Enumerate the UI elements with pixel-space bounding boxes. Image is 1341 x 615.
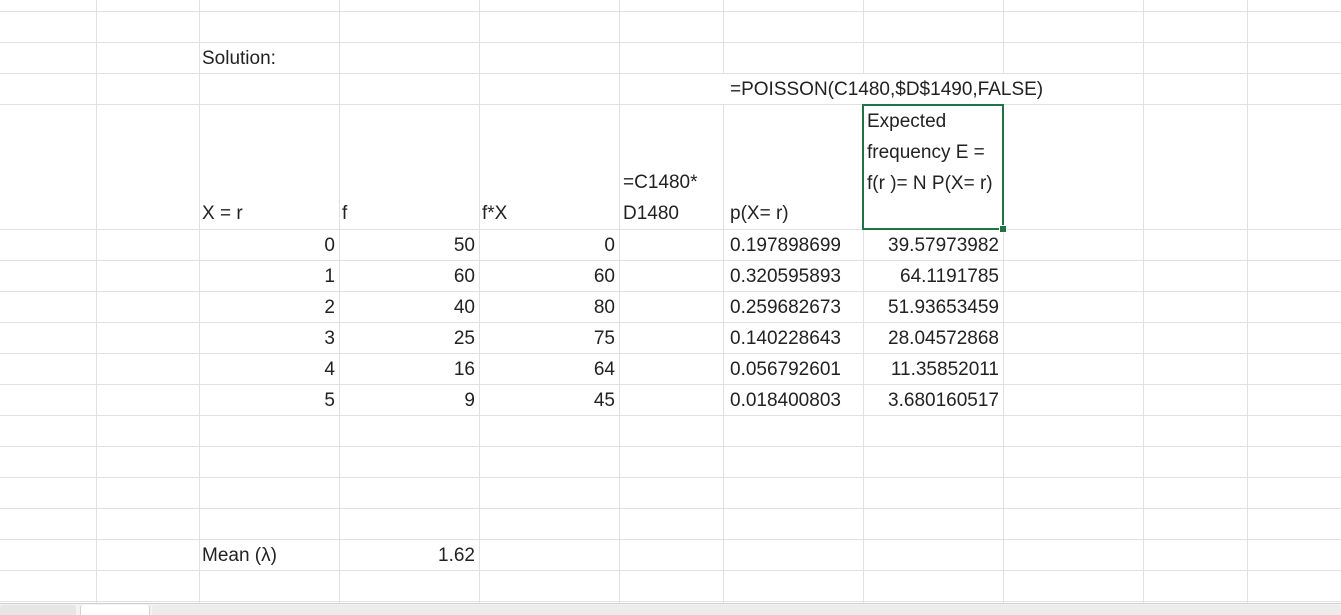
cell-x[interactable]: 3	[199, 323, 339, 354]
header-expected-frequency: Expected frequency E = f(r )= N P(X= r)	[867, 111, 993, 194]
mean-label[interactable]: Mean (λ)	[199, 540, 339, 571]
header-fx[interactable]: f*X	[479, 198, 619, 229]
cell-fx[interactable]: 60	[479, 261, 619, 292]
cell-f[interactable]: 25	[339, 323, 479, 354]
header-probability[interactable]: p(X= r)	[727, 198, 863, 229]
cell-f[interactable]: 50	[339, 230, 479, 261]
cell-probability[interactable]: 0.259682673	[727, 292, 863, 323]
cell-expected[interactable]: 11.35852011	[863, 354, 1003, 385]
gridline	[0, 477, 1341, 478]
cell-f[interactable]: 60	[339, 261, 479, 292]
gridline	[0, 601, 1341, 602]
gridline	[1247, 0, 1248, 603]
gridline	[619, 0, 620, 603]
cell-probability[interactable]: 0.140228643	[727, 323, 863, 354]
cell-probability[interactable]: 0.197898699	[727, 230, 863, 261]
cell-f[interactable]: 9	[339, 385, 479, 416]
cell-fx[interactable]: 0	[479, 230, 619, 261]
cell-probability[interactable]: 0.056792601	[727, 354, 863, 385]
gridline	[0, 446, 1341, 447]
worksheet-grid[interactable]: Solution: =POISSON(C1480,$D$1490,FALSE) …	[0, 0, 1341, 603]
cell-f[interactable]: 40	[339, 292, 479, 323]
cell-expected[interactable]: 28.04572868	[863, 323, 1003, 354]
cell-probability[interactable]: 0.018400803	[727, 385, 863, 416]
cell-x[interactable]: 2	[199, 292, 339, 323]
cell-fx[interactable]: 45	[479, 385, 619, 416]
cell-fx[interactable]: 80	[479, 292, 619, 323]
header-f[interactable]: f	[339, 198, 479, 229]
cell-x[interactable]: 5	[199, 385, 339, 416]
cell-expected[interactable]: 3.680160517	[863, 385, 1003, 416]
gridline	[96, 0, 97, 603]
header-x-r[interactable]: X = r	[199, 198, 339, 229]
gridline	[0, 508, 1341, 509]
sheet-tab-bar	[0, 603, 1341, 615]
header-multiply-formula[interactable]: =C1480* D1480	[619, 167, 723, 229]
selected-cell-expected-frequency[interactable]: Expected frequency E = f(r )= N P(X= r)	[862, 104, 1004, 230]
cell-expected[interactable]: 39.57973982	[863, 230, 1003, 261]
cell-expected[interactable]: 64.1191785	[863, 261, 1003, 292]
cell-x[interactable]: 4	[199, 354, 339, 385]
gridline	[0, 11, 1341, 12]
cell-fx[interactable]: 64	[479, 354, 619, 385]
cell-expected[interactable]: 51.93653459	[863, 292, 1003, 323]
poisson-formula-note[interactable]: =POISSON(C1480,$D$1490,FALSE)	[727, 74, 1147, 105]
cell-x[interactable]: 1	[199, 261, 339, 292]
solution-title[interactable]: Solution:	[199, 43, 339, 74]
cell-probability[interactable]: 0.320595893	[727, 261, 863, 292]
cell-fx[interactable]: 75	[479, 323, 619, 354]
cell-x[interactable]: 0	[199, 230, 339, 261]
cell-f[interactable]: 16	[339, 354, 479, 385]
mean-value[interactable]: 1.62	[339, 540, 479, 571]
